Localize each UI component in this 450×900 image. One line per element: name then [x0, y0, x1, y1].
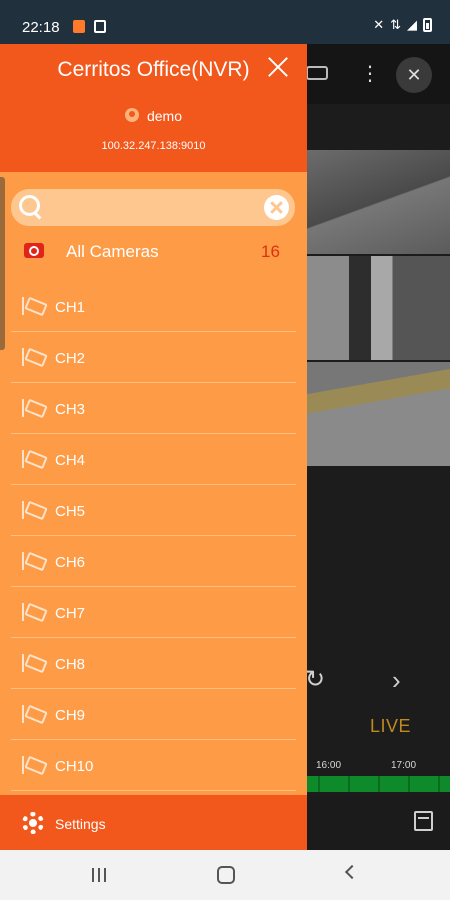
settings-label: Settings	[55, 816, 106, 832]
device-name: Cerritos Office(NVR)	[57, 58, 250, 81]
clear-search-icon[interactable]	[264, 195, 289, 220]
navigation-drawer: Cerritos Office(NVR) demo 100.32.247.138…	[0, 44, 307, 850]
channel-label: CH2	[55, 350, 86, 367]
camera-group-icon	[24, 243, 44, 258]
channel-label: CH3	[55, 401, 86, 418]
mute-icon: ✕	[373, 17, 385, 32]
channel-label: CH5	[55, 503, 86, 520]
app-notification-icon	[73, 20, 85, 33]
channel-list: CH1 CH2 CH3 CH4 CH5 CH6 CH7 CH8 CH9 CH10	[0, 281, 307, 791]
status-bar: 22:18 ✕ ⇅ ◢	[0, 0, 450, 44]
data-icon: ⇅	[390, 17, 401, 32]
calendar-icon[interactable]	[414, 811, 433, 831]
camera-icon	[22, 654, 44, 672]
chevron-right-icon[interactable]: ›	[392, 665, 401, 696]
system-nav-bar	[0, 850, 450, 900]
timeline-tick: 17:00	[391, 760, 417, 771]
channel-label: CH1	[55, 299, 86, 316]
camera-icon	[22, 705, 44, 723]
playback-timeline[interactable]	[306, 776, 450, 792]
status-right-icons: ✕ ⇅ ◢	[373, 18, 432, 32]
home-icon[interactable]	[217, 866, 235, 884]
more-options-icon[interactable]: ⋮	[360, 60, 380, 88]
settings-item[interactable]: Settings	[0, 795, 307, 850]
channel-label: CH6	[55, 554, 86, 571]
live-label[interactable]: LIVE	[370, 716, 411, 737]
camera-icon	[22, 399, 44, 417]
recent-apps-icon[interactable]	[92, 868, 108, 882]
channel-item[interactable]: CH10	[0, 740, 307, 791]
camera-tile[interactable]	[306, 362, 450, 466]
drawer-header: Cerritos Office(NVR) demo 100.32.247.138…	[0, 44, 307, 172]
user-icon	[124, 108, 139, 122]
channel-item[interactable]: CH9	[0, 689, 307, 740]
channel-item[interactable]: CH2	[0, 332, 307, 383]
channel-item[interactable]: CH3	[0, 383, 307, 434]
device-ip: 100.32.247.138:9010	[101, 140, 206, 152]
camera-icon	[22, 603, 44, 621]
channel-item[interactable]: CH4	[0, 434, 307, 485]
channel-item[interactable]: CH7	[0, 587, 307, 638]
close-live-button[interactable]: ✕	[396, 57, 432, 93]
channel-label: CH8	[55, 656, 86, 673]
timeline-tick: 16:00	[316, 760, 342, 771]
camera-icon	[22, 348, 44, 366]
all-cameras-item[interactable]: All Cameras 16	[0, 230, 307, 272]
channel-label: CH4	[55, 452, 86, 469]
refresh-icon[interactable]: ↻	[305, 665, 325, 694]
signal-icon: ◢	[407, 17, 417, 32]
camera-icon	[22, 552, 44, 570]
channel-item[interactable]: CH6	[0, 536, 307, 587]
camera-icon	[22, 297, 44, 315]
channel-label: CH10	[55, 758, 94, 775]
layout-icon[interactable]	[306, 66, 328, 80]
channel-item[interactable]: CH8	[0, 638, 307, 689]
close-drawer-icon[interactable]	[265, 54, 291, 80]
gear-icon	[22, 812, 44, 834]
status-time: 22:18	[22, 19, 60, 36]
channel-label: CH9	[55, 707, 86, 724]
user-row: demo	[0, 108, 307, 124]
download-notification-icon	[94, 20, 106, 33]
camera-tile[interactable]	[306, 256, 450, 360]
search-input[interactable]	[51, 189, 256, 226]
camera-icon	[22, 501, 44, 519]
all-cameras-label: All Cameras	[66, 242, 159, 261]
back-icon[interactable]	[344, 864, 360, 880]
camera-icon	[22, 756, 44, 774]
camera-icon	[22, 450, 44, 468]
search-bar	[11, 189, 295, 226]
channel-item[interactable]: CH5	[0, 485, 307, 536]
channel-item[interactable]: CH1	[0, 281, 307, 332]
username: demo	[146, 108, 183, 124]
search-icon	[19, 195, 43, 219]
channel-label: CH7	[55, 605, 86, 622]
camera-count: 16	[261, 242, 280, 261]
camera-tile[interactable]	[306, 150, 450, 254]
battery-icon	[423, 18, 432, 32]
